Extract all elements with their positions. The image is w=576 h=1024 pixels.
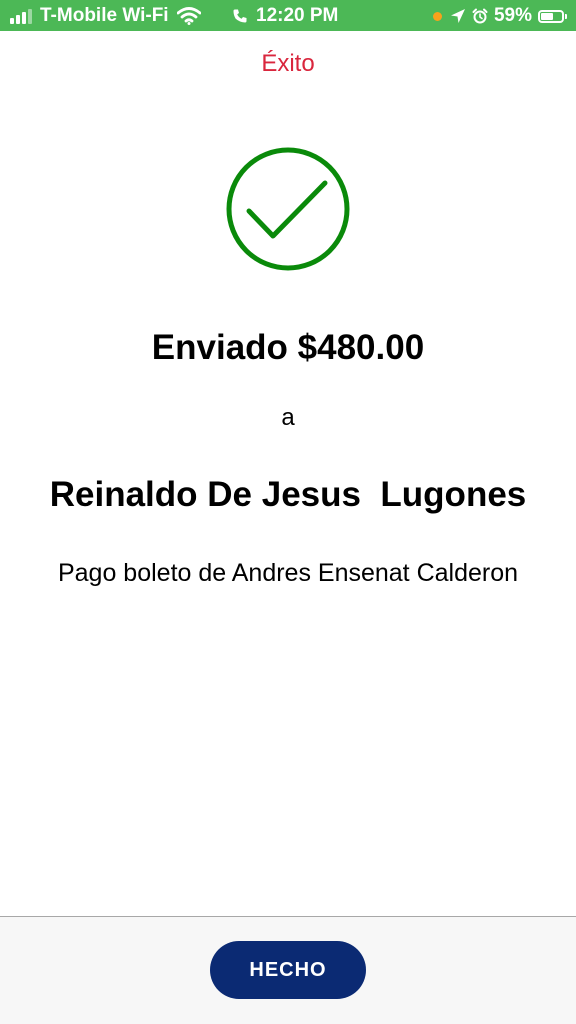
signal-icon (10, 8, 34, 24)
alarm-icon (472, 8, 488, 24)
status-bar-center: 12:20 PM (232, 4, 338, 28)
status-time: 12:20 PM (256, 5, 339, 26)
battery-icon (538, 9, 567, 23)
status-bar-left: T-Mobile Wi-Fi (10, 4, 201, 28)
recipient-name: Reinaldo De Jesus Lugones (49, 475, 527, 514)
payment-memo: Pago boleto de Andres Ensenat Calderon (57, 559, 519, 587)
location-icon (450, 8, 466, 24)
wifi-icon (176, 7, 201, 25)
status-bar-right: 59% (432, 4, 567, 28)
sent-amount: Enviado $480.00 (151, 328, 425, 367)
page-title: Éxito (261, 50, 315, 77)
carrier-name: T-Mobile Wi-Fi (40, 5, 169, 26)
battery-fill (541, 12, 553, 20)
phone-icon (232, 8, 248, 24)
footer-bar: HECHO (0, 916, 576, 1024)
status-bar: T-Mobile Wi-Fi 12:20 PM 59% (0, 0, 576, 31)
done-button[interactable]: HECHO (210, 941, 366, 999)
orange-dot-indicator (432, 11, 442, 21)
battery-percent: 59% (493, 5, 532, 26)
connector-text: a (281, 404, 295, 431)
payment-success-screen: T-Mobile Wi-Fi 12:20 PM 59% Éxito Enviad… (0, 0, 576, 1024)
checkmark-circle-icon (224, 145, 352, 273)
